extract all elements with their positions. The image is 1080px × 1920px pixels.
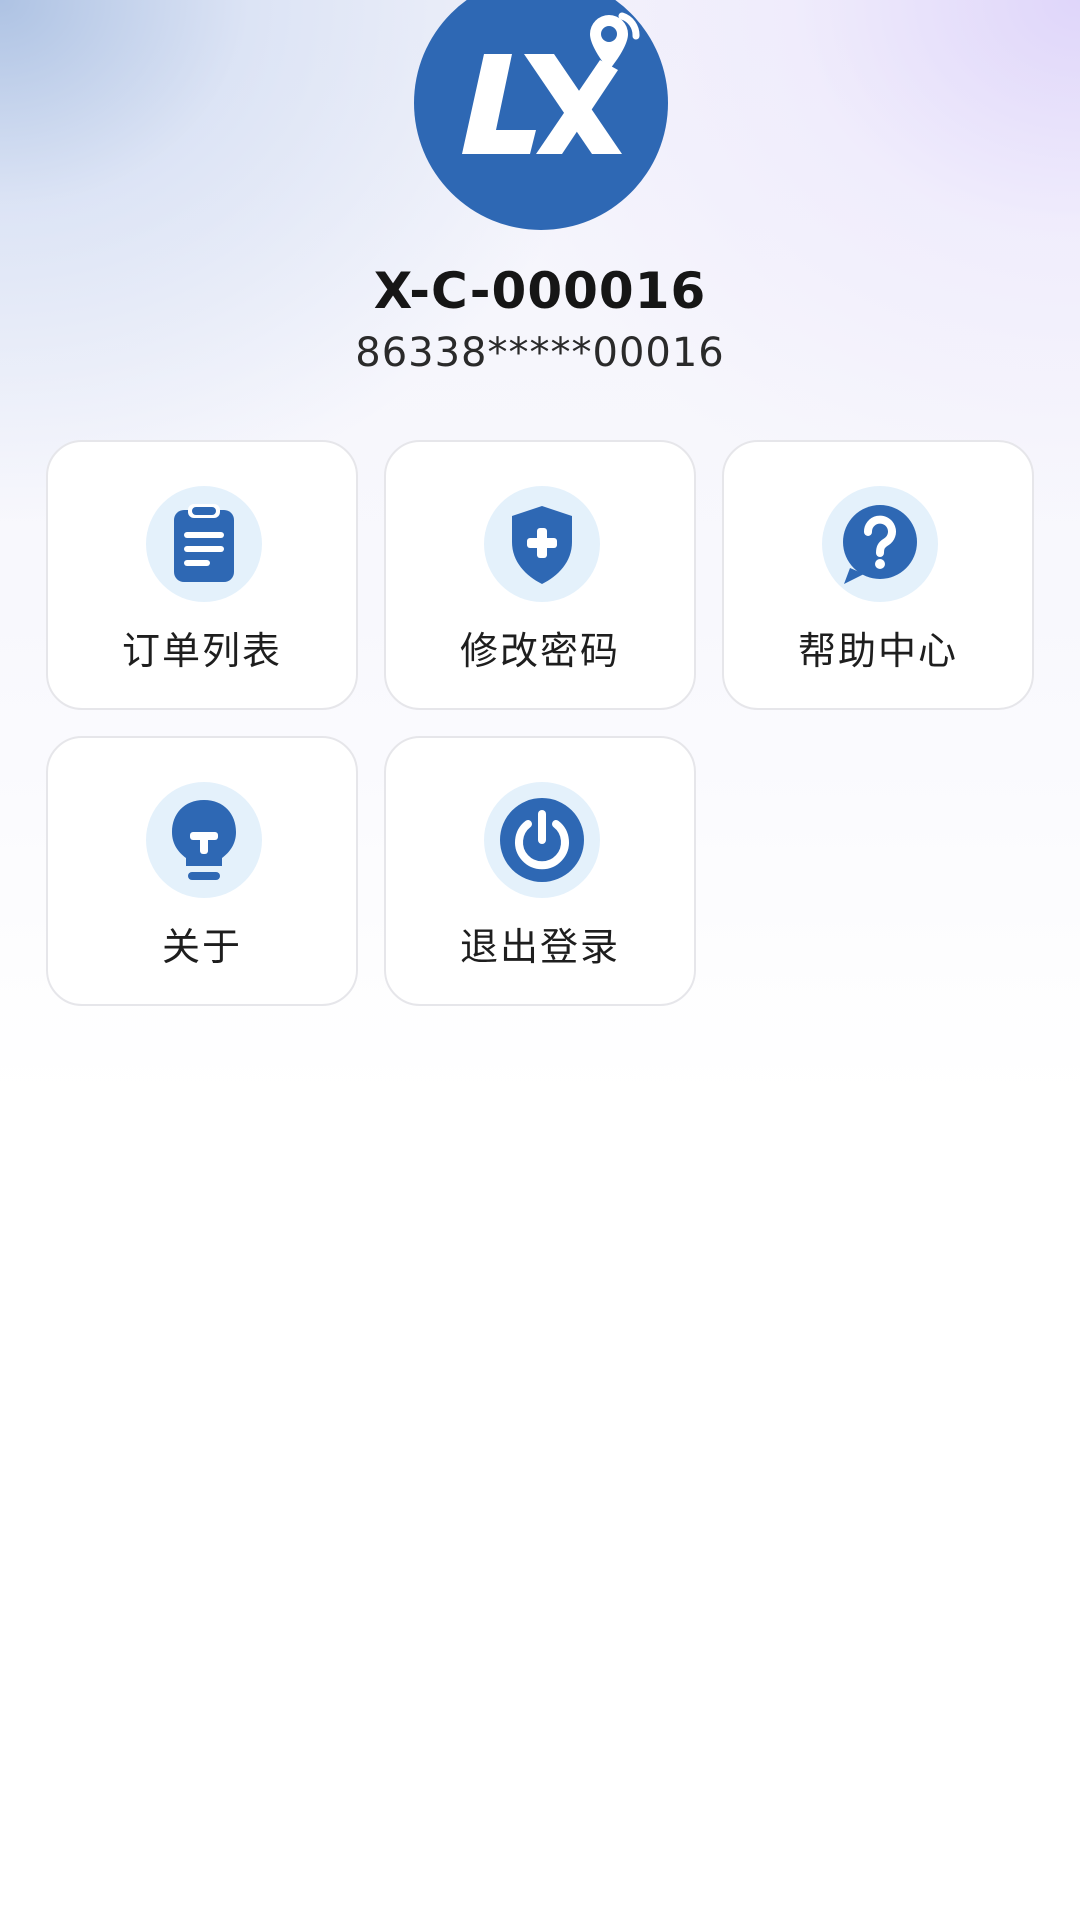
power-icon bbox=[484, 782, 600, 898]
user-phone: 86338*****00016 bbox=[355, 330, 725, 376]
app-logo bbox=[414, 0, 668, 230]
menu-card-help-center[interactable]: 帮助中心 bbox=[722, 440, 1034, 710]
logo-graphic bbox=[462, 0, 656, 154]
menu-card-logout[interactable]: 退出登录 bbox=[384, 736, 696, 1006]
clipboard-list-icon bbox=[146, 486, 262, 602]
user-name: X-C-000016 bbox=[373, 262, 707, 320]
help-bubble-icon bbox=[822, 486, 938, 602]
shield-plus-icon bbox=[484, 486, 600, 602]
menu-card-label: 修改密码 bbox=[459, 629, 620, 673]
menu-card-change-password[interactable]: 修改密码 bbox=[384, 440, 696, 710]
lightbulb-icon bbox=[146, 782, 262, 898]
menu-card-label: 退出登录 bbox=[459, 925, 620, 969]
menu-card-label: 订单列表 bbox=[121, 629, 282, 673]
menu-card-about[interactable]: 关于 bbox=[46, 736, 358, 1006]
menu-card-label: 关于 bbox=[161, 925, 242, 969]
menu-card-label: 帮助中心 bbox=[797, 629, 958, 673]
menu-card-order-list[interactable]: 订单列表 bbox=[46, 440, 358, 710]
